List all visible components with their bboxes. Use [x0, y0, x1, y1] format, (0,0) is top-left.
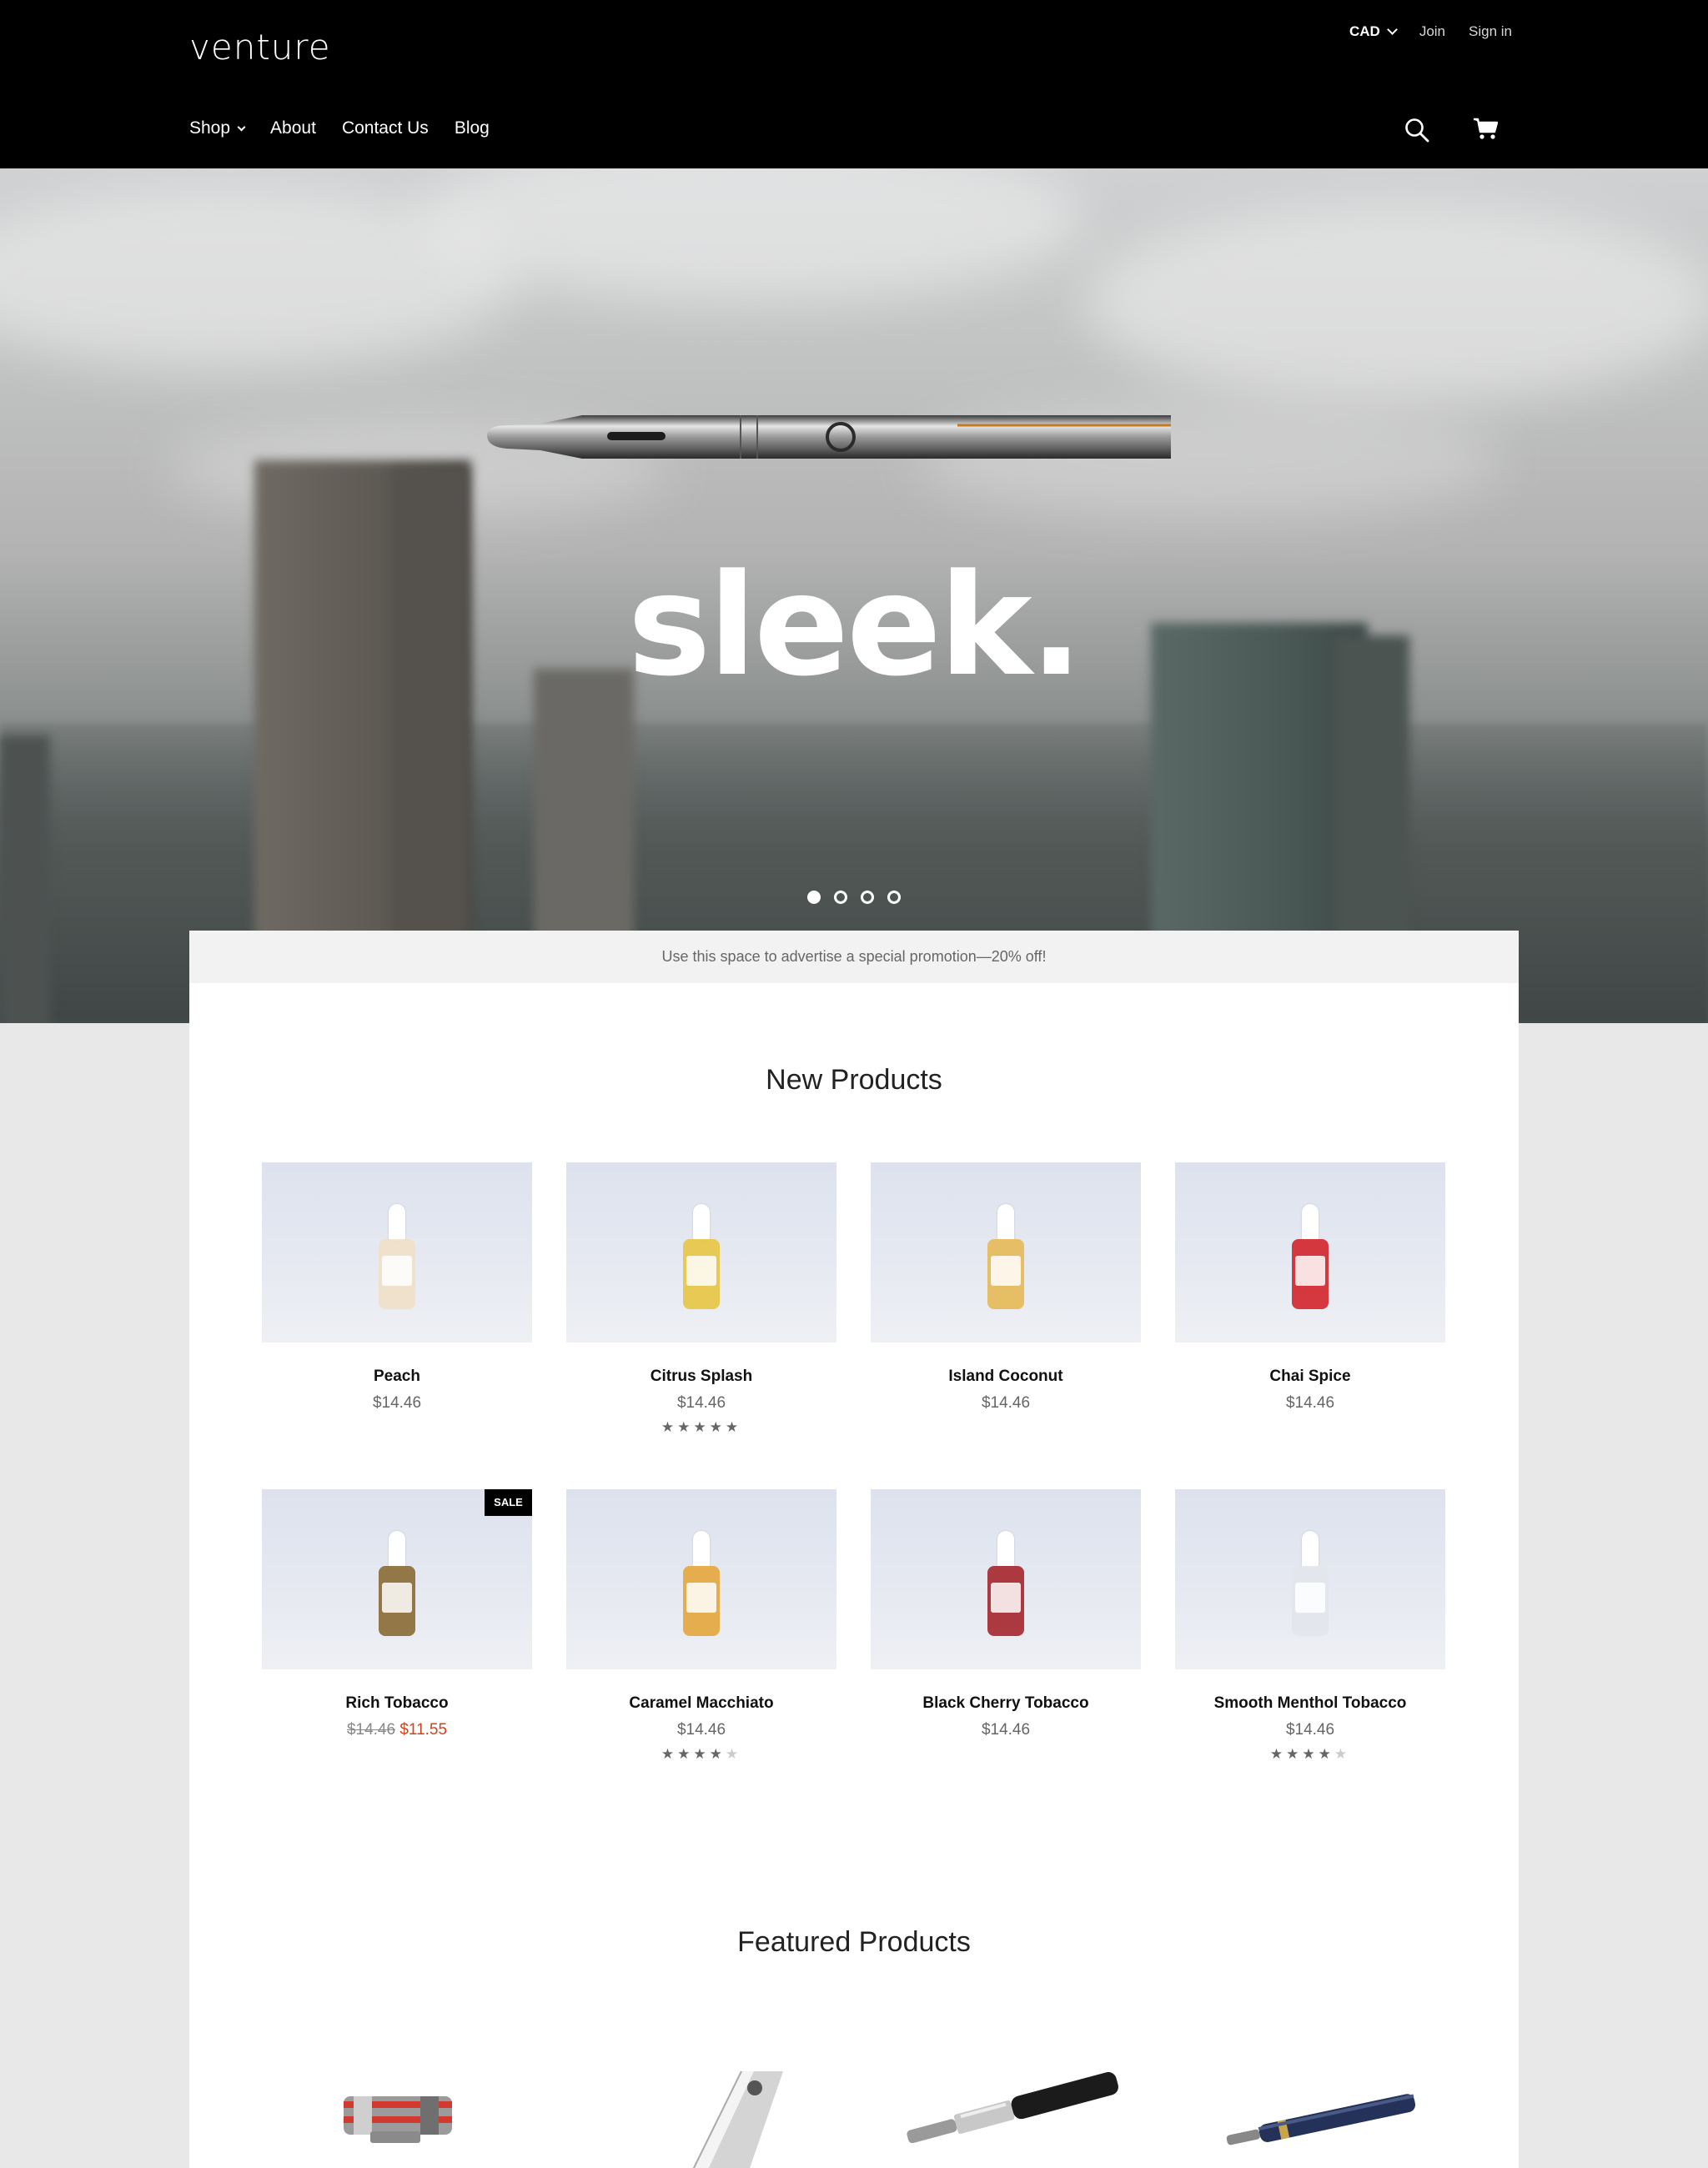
star-icon: ★: [661, 1746, 678, 1762]
hero-slideshow[interactable]: sleek.: [0, 168, 1708, 1023]
chevron-down-icon: [1386, 23, 1398, 35]
star-icon: ★: [677, 1419, 694, 1435]
product-image: [692, 2070, 783, 2168]
star-icon: ★: [677, 1746, 694, 1762]
bottle-image: [1292, 1204, 1329, 1309]
bottle-image: [683, 1204, 720, 1309]
product-card[interactable]: Citrus Splash $14.46 ★★★★★: [566, 1162, 836, 1436]
account-links: CAD Join Sign in: [1349, 23, 1512, 40]
star-icon: ★: [1302, 1746, 1319, 1762]
product-card[interactable]: SALE Rich Tobacco $14.46 $11.55: [262, 1489, 532, 1739]
product-image: [344, 2096, 452, 2143]
chevron-down-icon: [237, 123, 246, 132]
product-image[interactable]: [566, 1162, 836, 1342]
product-name[interactable]: Chai Spice: [1175, 1368, 1445, 1386]
site-header: venture CAD Join Sign in Shop About Cont…: [0, 0, 1708, 168]
product-price: $14.46: [1285, 1721, 1335, 1739]
product-name[interactable]: Black Cherry Tobacco: [871, 1694, 1141, 1713]
product-image: [1226, 2094, 1416, 2145]
star-icon: ★: [1269, 1746, 1287, 1762]
main-nav: Shop About Contact Us Blog: [189, 118, 490, 138]
bottle-image: [379, 1531, 415, 1636]
product-image[interactable]: [1175, 1489, 1445, 1669]
product-card[interactable]: Island Coconut $14.46: [871, 1162, 1141, 1413]
product-price: $14.46: [1285, 1394, 1335, 1412]
product-name[interactable]: Caramel Macchiato: [566, 1694, 836, 1713]
hero-title: sleek.: [627, 544, 1083, 707]
product-image: [907, 2071, 1118, 2144]
star-icon: ★: [709, 1746, 726, 1762]
main-content: Use this space to advertise a special pr…: [189, 931, 1519, 2168]
star-icon: ★: [725, 1419, 742, 1435]
join-link[interactable]: Join: [1419, 23, 1445, 40]
featured-product-card[interactable]: [566, 2048, 836, 2168]
currency-label: CAD: [1349, 23, 1380, 39]
star-icon: ★: [709, 1419, 726, 1435]
original-price: $14.46: [346, 1721, 396, 1739]
star-icon: ★: [693, 1746, 710, 1762]
product-image[interactable]: [262, 1162, 532, 1342]
featured-product-card[interactable]: [1175, 2048, 1445, 2168]
product-image[interactable]: [566, 1489, 836, 1669]
product-price: $14.46: [372, 1394, 422, 1412]
featured-products-title: Featured Products: [737, 1926, 971, 1958]
slide-dot[interactable]: [861, 891, 874, 904]
nav-item-shop[interactable]: Shop: [189, 118, 246, 138]
product-price: $14.46 $11.55: [262, 1721, 532, 1739]
bottle-image: [987, 1531, 1024, 1636]
product-name[interactable]: Peach: [262, 1368, 532, 1386]
featured-product-card[interactable]: [262, 2048, 532, 2168]
product-image[interactable]: [871, 1489, 1141, 1669]
product-card[interactable]: Caramel Macchiato $14.46 ★★★★★: [566, 1489, 836, 1763]
product-price: $14.46: [676, 1721, 726, 1739]
slide-dot[interactable]: [887, 891, 901, 904]
sale-price: $11.55: [399, 1721, 448, 1739]
product-card[interactable]: Chai Spice $14.46: [1175, 1162, 1445, 1413]
product-name[interactable]: Island Coconut: [871, 1368, 1141, 1386]
featured-product-card[interactable]: [871, 2048, 1141, 2168]
product-name[interactable]: Smooth Menthol Tobacco: [1175, 1694, 1445, 1713]
promo-bar: Use this space to advertise a special pr…: [189, 931, 1519, 983]
search-icon[interactable]: [1404, 118, 1429, 143]
product-price: $14.46: [981, 1394, 1031, 1412]
bottle-image: [379, 1204, 415, 1309]
star-icon: ★: [693, 1419, 710, 1435]
hero-product-image: [487, 415, 1171, 459]
product-price: $14.46: [676, 1394, 726, 1412]
bottle-image: [683, 1531, 720, 1636]
slideshow-pagination: [807, 891, 901, 904]
star-icon: ★: [1286, 1746, 1303, 1762]
star-icon: ★: [661, 1419, 678, 1435]
product-image[interactable]: [1175, 1162, 1445, 1342]
currency-selector[interactable]: CAD: [1349, 23, 1398, 40]
bottle-image: [987, 1204, 1024, 1309]
product-card[interactable]: Peach $14.46: [262, 1162, 532, 1413]
sale-badge: SALE: [485, 1489, 532, 1516]
product-card[interactable]: Black Cherry Tobacco $14.46: [871, 1489, 1141, 1739]
star-rating: ★★★★★: [566, 1419, 836, 1436]
nav-item-contact[interactable]: Contact Us: [342, 118, 429, 138]
product-image[interactable]: SALE: [262, 1489, 532, 1669]
bottle-image: [1292, 1531, 1329, 1636]
slide-dot[interactable]: [807, 891, 821, 904]
star-icon: ★: [1334, 1746, 1351, 1762]
product-card[interactable]: Smooth Menthol Tobacco $14.46 ★★★★★: [1175, 1489, 1445, 1763]
cart-icon[interactable]: [1473, 117, 1498, 140]
nav-item-label: Shop: [189, 118, 231, 138]
product-name[interactable]: Citrus Splash: [566, 1368, 836, 1386]
product-price: $14.46: [981, 1721, 1031, 1739]
new-products-title: New Products: [766, 1064, 942, 1096]
nav-item-blog[interactable]: Blog: [455, 118, 490, 138]
product-name[interactable]: Rich Tobacco: [262, 1694, 532, 1713]
star-rating: ★★★★★: [1175, 1746, 1445, 1763]
star-icon: ★: [1318, 1746, 1334, 1762]
nav-item-about[interactable]: About: [270, 118, 316, 138]
site-logo[interactable]: venture: [189, 27, 331, 68]
star-rating: ★★★★★: [566, 1746, 836, 1763]
slide-dot[interactable]: [834, 891, 847, 904]
star-icon: ★: [725, 1746, 742, 1762]
product-image[interactable]: [871, 1162, 1141, 1342]
sign-in-link[interactable]: Sign in: [1469, 23, 1512, 40]
